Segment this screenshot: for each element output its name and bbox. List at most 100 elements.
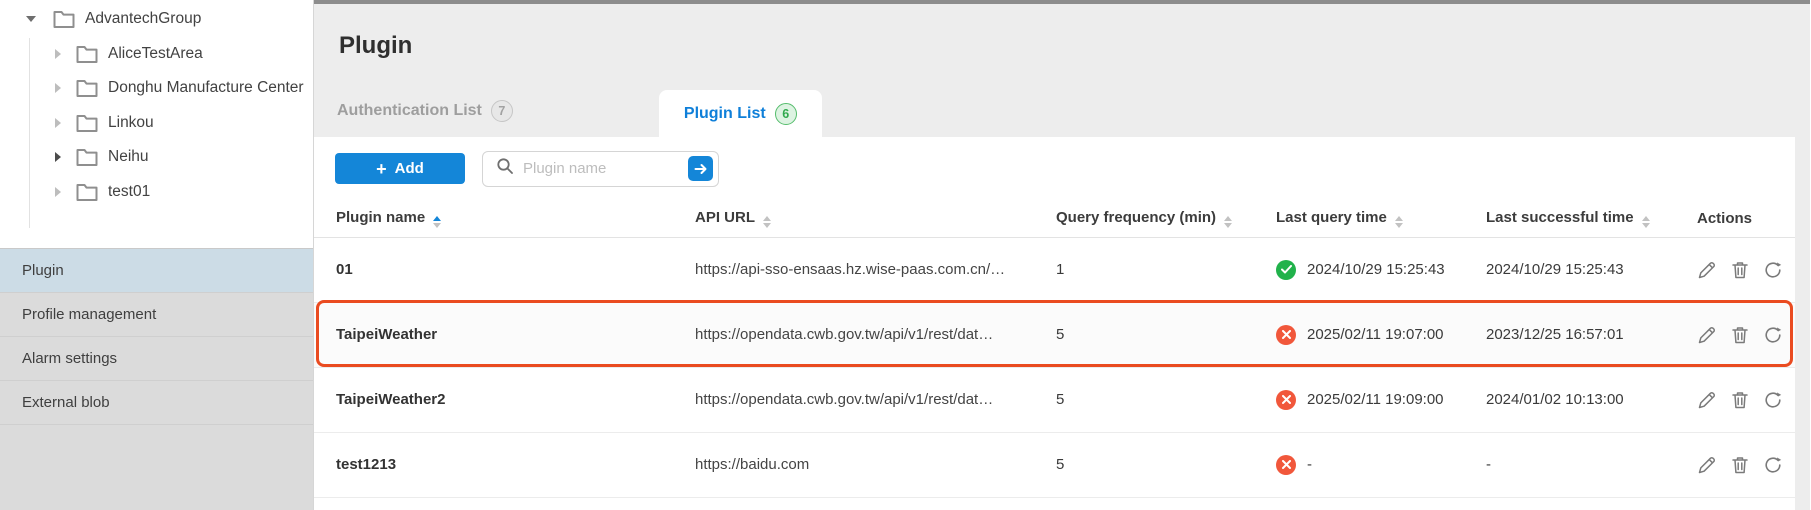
page-header: Plugin Authentication List 7 Plugin List… xyxy=(314,4,1810,137)
delete-icon[interactable] xyxy=(1730,260,1750,280)
actions-cell xyxy=(1675,367,1795,433)
actions-cell xyxy=(1675,302,1795,368)
query-frequency-cell: 5 xyxy=(1034,367,1254,433)
tree-guide-line xyxy=(29,38,30,228)
delete-icon[interactable] xyxy=(1730,390,1750,410)
tab-count-badge: 6 xyxy=(774,102,797,125)
query-frequency-cell: 1 xyxy=(1034,237,1254,303)
search-submit-button[interactable] xyxy=(688,156,713,181)
last-query-time-cell: 2025/02/11 19:09:00 xyxy=(1254,367,1464,433)
caret-right-icon[interactable] xyxy=(55,186,61,197)
query-frequency-cell: 5 xyxy=(1034,302,1254,368)
caret-right-icon[interactable] xyxy=(55,83,61,94)
last-query-time-cell: 2025/02/11 19:07:00 xyxy=(1254,302,1464,368)
sidebar-item-label: Profile management xyxy=(22,306,157,323)
page-title: Plugin xyxy=(339,32,413,59)
caret-right-icon[interactable] xyxy=(55,117,61,128)
column-header-api-url[interactable]: API URL xyxy=(673,200,1034,238)
sort-icon xyxy=(1224,215,1233,228)
folder-icon xyxy=(53,10,75,29)
sidebar-item-label: External blob xyxy=(22,394,110,411)
refresh-icon[interactable] xyxy=(1763,325,1783,345)
sort-icon xyxy=(763,215,771,228)
folder-icon xyxy=(76,45,98,63)
search-box xyxy=(482,150,719,187)
last-successful-time-cell: 2023/12/25 16:57:01 xyxy=(1464,302,1675,368)
column-header-query-frequency[interactable]: Query frequency (min) xyxy=(1034,200,1254,238)
tree-node-label: Linkou xyxy=(108,113,154,131)
last-successful-time-cell: 2024/01/02 10:13:00 xyxy=(1464,367,1675,433)
column-header-last-successful-time[interactable]: Last successful time xyxy=(1464,200,1675,238)
table-header-row: Plugin name API URL Query frequency (min… xyxy=(314,200,1795,238)
actions-cell xyxy=(1675,432,1795,498)
tree-node-label: AdvantechGroup xyxy=(85,10,202,28)
edit-icon[interactable] xyxy=(1697,260,1717,280)
tab-label: Authentication List xyxy=(337,102,482,119)
actions-cell xyxy=(1675,237,1795,303)
edit-icon[interactable] xyxy=(1697,455,1717,475)
tab-count-badge: 7 xyxy=(490,100,513,122)
error-x-icon xyxy=(1276,454,1296,475)
error-x-icon xyxy=(1276,324,1296,345)
search-icon xyxy=(496,157,514,180)
add-button[interactable]: + Add xyxy=(335,153,465,184)
tree-node-label: Donghu Manufacture Center xyxy=(108,79,304,97)
sidebar: AdvantechGroup AliceTestArea Donghu Manu… xyxy=(0,0,314,510)
last-query-time-cell: - xyxy=(1254,432,1464,498)
refresh-icon[interactable] xyxy=(1763,260,1783,280)
api-url-cell: https://api-sso-ensaas.hz.wise-paas.com.… xyxy=(673,237,1034,303)
folder-icon xyxy=(76,114,98,132)
add-button-label: Add xyxy=(394,160,424,177)
query-frequency-cell: 5 xyxy=(1034,432,1254,498)
tree-node-donghu[interactable]: Donghu Manufacture Center xyxy=(0,71,313,106)
error-x-icon xyxy=(1276,389,1296,410)
tree-node-neihu[interactable]: Neihu xyxy=(0,140,313,175)
plugin-name-cell: TaipeiWeather xyxy=(314,302,673,368)
sidebar-item-plugin[interactable]: Plugin xyxy=(0,249,313,293)
plugin-name-cell: TaipeiWeather2 xyxy=(314,367,673,433)
folder-icon xyxy=(76,79,98,98)
toolbar: + Add xyxy=(314,137,1795,200)
edit-icon[interactable] xyxy=(1697,325,1717,345)
column-header-last-query-time[interactable]: Last query time xyxy=(1254,200,1464,238)
delete-icon[interactable] xyxy=(1730,325,1750,345)
plugin-name-cell: test1213 xyxy=(314,432,673,498)
sort-icon xyxy=(1394,215,1403,228)
plugin-table: Plugin name API URL Query frequency (min… xyxy=(314,200,1795,498)
sidebar-item-label: Plugin xyxy=(22,262,64,279)
column-header-plugin-name[interactable]: Plugin name xyxy=(314,200,673,238)
refresh-icon[interactable] xyxy=(1763,455,1783,475)
tree-node-linkou[interactable]: Linkou xyxy=(0,106,313,141)
tree-node-advantechgroup[interactable]: AdvantechGroup xyxy=(0,2,313,37)
sort-icon xyxy=(1641,215,1650,228)
tree-node-label: test01 xyxy=(108,182,151,200)
tab-plugin-list[interactable]: Plugin List 6 xyxy=(658,90,822,137)
plus-icon: + xyxy=(376,158,387,179)
folder-icon xyxy=(76,183,98,201)
tab-bar: Authentication List 7 Plugin List 6 xyxy=(314,90,1810,137)
app-window: AdvantechGroup AliceTestArea Donghu Manu… xyxy=(0,0,1811,510)
edit-icon[interactable] xyxy=(1697,390,1717,410)
search-input[interactable] xyxy=(523,160,688,177)
table-row: test1213 https://baidu.com 5 - - xyxy=(314,432,1795,498)
caret-right-icon[interactable] xyxy=(55,48,61,59)
sidebar-item-alarm-settings[interactable]: Alarm settings xyxy=(0,337,313,381)
refresh-icon[interactable] xyxy=(1763,390,1783,410)
delete-icon[interactable] xyxy=(1730,455,1750,475)
api-url-cell: https://opendata.cwb.gov.tw/api/v1/rest/… xyxy=(673,367,1034,433)
table-row: TaipeiWeather2 https://opendata.cwb.gov.… xyxy=(314,367,1795,433)
tab-authentication-list[interactable]: Authentication List 7 xyxy=(314,100,533,137)
group-tree: AdvantechGroup AliceTestArea Donghu Manu… xyxy=(0,0,313,248)
sidebar-menu: Plugin Profile management Alarm settings… xyxy=(0,248,313,510)
plugin-list-panel: + Add Plugin name Plugin name API URL Qu… xyxy=(314,137,1795,510)
api-url-cell: https://baidu.com xyxy=(673,432,1034,498)
last-successful-time-cell: 2024/10/29 15:25:43 xyxy=(1464,237,1675,303)
sidebar-item-profile-management[interactable]: Profile management xyxy=(0,293,313,337)
folder-icon xyxy=(76,148,98,167)
tree-node-test01[interactable]: test01 xyxy=(0,175,313,210)
caret-right-icon[interactable] xyxy=(55,152,61,163)
tree-node-alicetestarea[interactable]: AliceTestArea xyxy=(0,37,313,72)
sidebar-item-external-blob[interactable]: External blob xyxy=(0,381,313,425)
caret-down-icon[interactable] xyxy=(26,16,36,23)
sort-icon xyxy=(433,215,442,228)
